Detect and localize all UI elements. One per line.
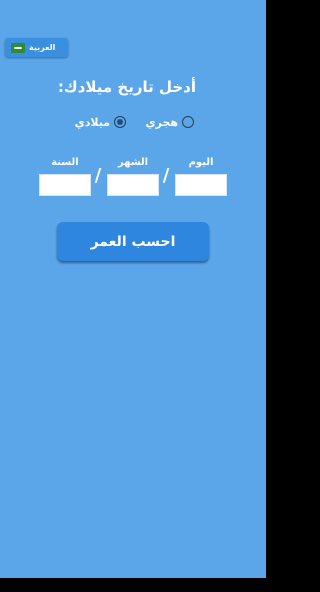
date-separator: / [162,165,170,186]
day-input[interactable] [175,174,227,196]
date-separator: / [94,165,102,186]
calculate-age-label: احسب العمر [90,233,176,250]
language-button[interactable]: العربية [5,38,68,57]
radio-gregorian[interactable]: ميلادي [75,114,126,130]
month-input[interactable] [107,174,159,196]
year-input[interactable] [39,174,91,196]
calculate-age-button[interactable]: احسب العمر [57,222,209,261]
day-label: اليوم [188,157,214,168]
radio-hijri-label: هجري [145,115,178,129]
month-label: الشهر [117,157,149,168]
year-label: السنة [51,157,79,168]
navigation-bar [0,578,266,592]
radio-gregorian-label: ميلادي [74,115,110,129]
age-calculator-screen: العربية أدخل تاريخ ميلادك: هجري ميلادي ا… [0,30,266,578]
radio-checked-icon [114,116,126,128]
saudi-flag-icon [11,42,25,53]
radio-unchecked-icon [182,116,194,128]
radio-hijri[interactable]: هجري [146,114,194,130]
page-title: أدخل تاريخ ميلادك: [57,78,196,96]
language-label: العربية [29,43,56,52]
status-bar [0,0,266,30]
